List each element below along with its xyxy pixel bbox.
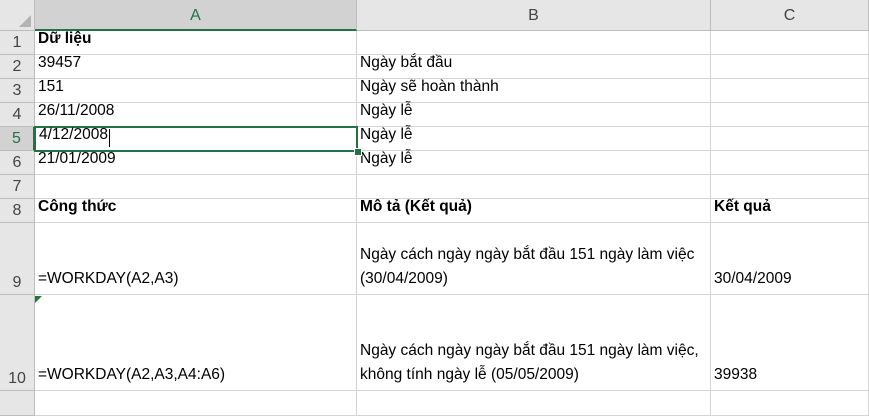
- row-header-4[interactable]: 4: [0, 103, 35, 127]
- column-header-b[interactable]: B: [357, 0, 711, 31]
- cell-b11[interactable]: [357, 391, 711, 416]
- row-header-5[interactable]: 5: [0, 127, 35, 151]
- cell-b8[interactable]: Mô tả (Kết quả): [357, 198, 711, 223]
- text-cursor: [108, 129, 110, 147]
- row-header-7[interactable]: 7: [0, 175, 35, 199]
- cell-a5-text: 4/12/2008: [39, 126, 108, 143]
- cell-c11[interactable]: [711, 391, 869, 416]
- cell-c6[interactable]: [711, 151, 869, 175]
- formula-error-indicator-icon[interactable]: [35, 296, 42, 303]
- cell-b6[interactable]: Ngày lễ: [357, 150, 711, 175]
- spreadsheet-grid: A B C 1 2 3 4 5 6 7 8 9 10 Dữ liệu 39457…: [0, 0, 869, 416]
- row-header-11[interactable]: [0, 391, 35, 416]
- cell-c1[interactable]: [711, 31, 869, 55]
- cell-c4[interactable]: [711, 103, 869, 127]
- cell-c3[interactable]: [711, 79, 869, 103]
- cell-c8[interactable]: Kết quả: [711, 198, 869, 223]
- cell-a8[interactable]: Công thức: [35, 198, 357, 223]
- row-header-1[interactable]: 1: [0, 31, 35, 55]
- cell-a1[interactable]: Dữ liệu: [35, 30, 357, 55]
- cell-b9[interactable]: Ngày cách ngày ngày bắt đầu 151 ngày làm…: [357, 223, 711, 295]
- cell-a2[interactable]: 39457: [35, 54, 357, 79]
- select-all-corner[interactable]: [0, 0, 35, 31]
- row-header-6[interactable]: 6: [0, 151, 35, 175]
- row-header-8[interactable]: 8: [0, 199, 35, 223]
- row-header-2[interactable]: 2: [0, 55, 35, 79]
- cell-b10[interactable]: Ngày cách ngày ngày bắt đầu 151 ngày làm…: [357, 295, 711, 391]
- cell-c5[interactable]: [711, 127, 869, 151]
- cell-c2[interactable]: [711, 55, 869, 79]
- cell-a11[interactable]: [35, 391, 357, 416]
- row-header-10[interactable]: 10: [0, 295, 35, 391]
- row-header-3[interactable]: 3: [0, 79, 35, 103]
- cell-c9[interactable]: 30/04/2009: [711, 223, 869, 295]
- fill-handle[interactable]: [354, 148, 362, 156]
- cell-a9[interactable]: =WORKDAY(A2,A3): [35, 223, 357, 295]
- cell-a5-active[interactable]: 4/12/2008: [34, 126, 358, 152]
- select-all-triangle-icon: [19, 15, 31, 27]
- cell-c10[interactable]: 39938: [711, 295, 869, 391]
- column-header-c[interactable]: C: [711, 0, 869, 31]
- cell-a6[interactable]: 21/01/2009: [35, 150, 357, 175]
- cell-a10[interactable]: =WORKDAY(A2,A3,A4:A6): [35, 295, 357, 391]
- row-header-9[interactable]: 9: [0, 223, 35, 295]
